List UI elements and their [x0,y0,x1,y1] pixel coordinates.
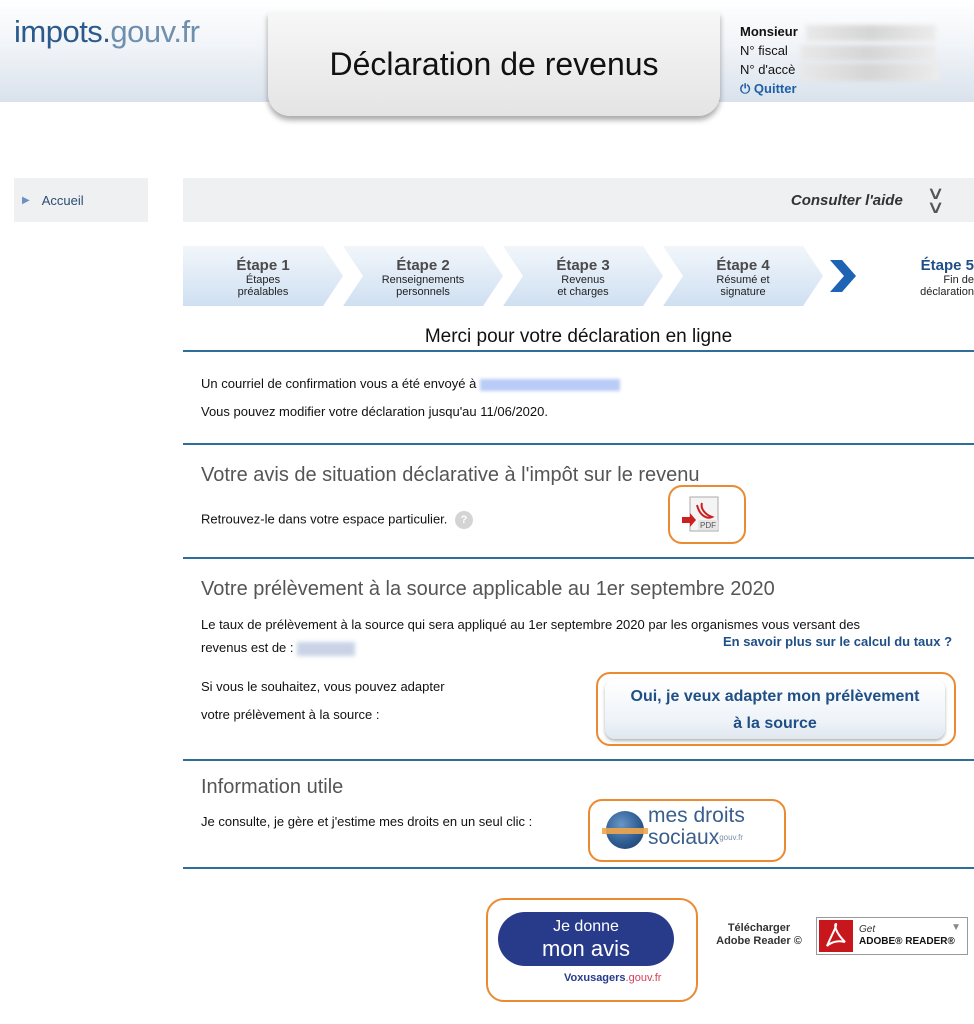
redacted-name [806,25,936,41]
user-info: Monsieur N° fiscal N° d'accè ⏻ Quitter [740,22,798,98]
step-subtitle: personnels [396,286,450,298]
logo-gouv: gouv.fr [719,833,744,842]
thanks-heading: Merci pour votre déclaration en ligne [424,326,733,347]
divider [183,867,974,869]
info-text: Je consulte, je gère et j'estime mes dro… [201,814,533,829]
rate-text-line2: revenus est de : [201,640,356,656]
prelevement-section-title: Votre prélèvement à la source applicable… [201,578,775,600]
quit-link[interactable]: ⏻ Quitter [740,79,798,98]
rate-info-link[interactable]: En savoir plus sur le calcul du taux ? [723,634,952,649]
step-subtitle: Fin de [943,274,974,286]
step-title: Étape 2 [396,257,450,274]
mes-droits-sociaux-logo: mes droits sociauxgouv.fr [602,804,766,857]
divider [183,350,974,352]
info-section-title: Information utile [201,776,344,798]
logo-domain: gouv.fr [110,14,200,49]
help-question-icon[interactable]: ? [455,511,474,529]
step-title: Étape 4 [716,257,770,274]
step-subtitle: signature [720,286,766,298]
adapt-button-highlight: Oui, je veux adapter mon prélèvement à l… [596,672,956,746]
feedback-line2: mon avis [541,936,631,961]
impots-logo[interactable]: impots.gouv.fr [14,14,200,50]
double-chevron-down-icon[interactable]: ∨ ∨ [926,184,944,216]
mes-droits-sociaux-link[interactable]: mes droits sociauxgouv.fr [588,799,786,862]
adapt-text-line1: Si vous le souhaitez, vous pouvez adapte… [201,679,445,694]
step-1: Étape 1 Étapes préalables [183,246,343,306]
get-adobe-reader-link[interactable]: Get ADOBE® READER® ▼ [816,917,968,955]
triangle-right-icon: ▶ [22,194,30,206]
pdf-label: PDF [700,521,716,530]
divider [183,443,974,445]
reader-name-label: ADOBE® READER® [859,936,955,947]
divider [183,557,974,559]
step-subtitle: préalables [237,286,289,298]
step-3: Étape 3 Revenus et charges [503,246,663,306]
redacted-fiscal-number [800,45,936,61]
step-subtitle: Revenus [561,274,605,286]
redacted-rate [297,641,356,656]
step-subtitle: Résumé et [716,274,770,286]
avis-text: Retrouvez-le dans votre espace particuli… [201,511,448,527]
adapt-withholding-button[interactable]: Oui, je veux adapter mon prélèvement à l… [605,679,945,739]
download-line2: Adobe Reader © [716,935,802,947]
logo-line2: sociaux [648,826,720,849]
download-reader-text: Télécharger Adobe Reader © [716,922,802,948]
divider [183,759,974,761]
quit-label: Quitter [753,81,797,96]
download-line1: Télécharger [727,922,791,934]
sidebar-item-accueil[interactable]: ▶ Accueil [14,178,148,222]
power-icon: ⏻ [740,81,751,96]
avis-section-title: Votre avis de situation déclarative à l'… [201,464,700,486]
page-title: Déclaration de revenus [329,45,659,82]
rate-text-line1: Le taux de prélèvement à la source qui s… [201,617,861,632]
help-link[interactable]: Consulter l'aide [791,192,903,209]
adapt-text-line2: votre prélèvement à la source : [201,707,380,722]
redacted-access-number [800,63,940,81]
confirmation-label: Un courriel de confirmation vous a été e… [201,376,477,391]
sidebar-item-label: Accueil [41,192,84,208]
confirmation-text: Un courriel de confirmation vous a été e… [201,376,620,391]
download-arrow-icon: ▼ [951,922,961,933]
step-5-current: Étape 5 Fin de déclaration [863,246,974,306]
step-subtitle: déclaration [920,286,974,298]
step-title: Étape 1 [236,257,290,274]
step-title: Étape 5 [920,257,974,274]
avis-pdf-download[interactable]: PDF [668,485,746,544]
step-2: Étape 2 Renseignements personnels [343,246,503,306]
vox-tld: .gouv.fr [625,972,662,984]
voxusagers-logo: Voxusagers.gouv.fr [564,972,661,984]
adapt-button-line2: à la source [733,715,817,732]
adobe-reader-icon [819,920,853,952]
current-step-chevron-icon [830,260,856,292]
logo-line1: mes droits [648,804,745,827]
feedback-highlight: Je donne mon avis Voxusagers.gouv.fr [486,898,698,1002]
logo-main: impots. [14,14,111,49]
user-name: Monsieur [740,24,798,39]
step-title: Étape 3 [556,257,610,274]
modify-deadline-text: Vous pouvez modifier votre déclaration j… [201,404,548,419]
step-subtitle: et charges [557,286,609,298]
pdf-icon: PDF [682,496,719,532]
mes-droits-sociaux-emblem-icon [602,811,648,849]
access-number-label: N° d'accè [740,62,796,77]
step-subtitle: Renseignements [381,274,465,286]
help-bar: Consulter l'aide ∨ ∨ [183,178,974,222]
avis-text-row: Retrouvez-le dans votre espace particuli… [201,511,474,529]
feedback-line1: Je donne [553,918,619,935]
redacted-email-link[interactable] [479,378,620,391]
step-subtitle: Étapes [245,274,281,286]
step-4: Étape 4 Résumé et signature [663,246,823,306]
page-title-box: Déclaration de revenus [268,12,720,116]
fiscal-number-label: N° fiscal [740,43,788,58]
give-feedback-button[interactable]: Je donne mon avis [498,912,674,966]
rate-text-label: revenus est de : [201,640,294,655]
adapt-button-line1: Oui, je veux adapter mon prélèvement [630,688,920,705]
vox-main: Voxusagers [564,972,626,984]
reader-get-label: Get [859,924,876,935]
step-progress: Étape 1 Étapes préalables Étape 2 Rensei… [183,246,974,306]
